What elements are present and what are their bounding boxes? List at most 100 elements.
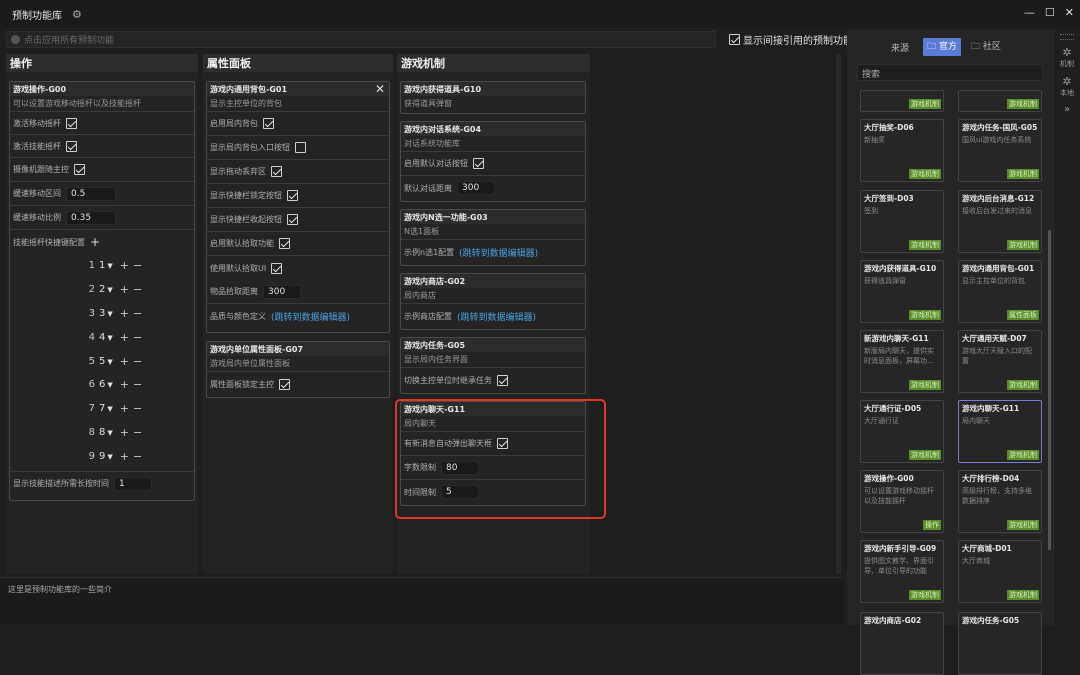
highlight-box — [395, 399, 606, 519]
remove-button[interactable]: − — [133, 283, 142, 296]
option-checkbox[interactable] — [271, 262, 283, 274]
camera-follow-checkbox[interactable] — [74, 164, 85, 175]
add-button[interactable]: + — [120, 283, 129, 296]
sidebar-item-mechanism[interactable]: ✲ 机制 — [1054, 46, 1080, 69]
option-checkbox[interactable] — [279, 238, 290, 249]
shortcut-row: 6 6 ▼ + − — [10, 373, 194, 397]
library-search-input[interactable]: 搜索 — [857, 64, 1043, 81]
sidebar-item-local[interactable]: ✲ 本地 — [1054, 75, 1080, 98]
tile-title: 游戏内聊天-G11 — [962, 404, 1020, 413]
library-tile[interactable]: 大厅通用天赋-D07 游戏大厅天赋入口的配置 游戏机制 — [958, 330, 1042, 393]
show-indirect-toggle[interactable]: 显示间接引用的预制功能 — [729, 32, 853, 47]
tile-desc: 游戏大厅天赋入口的配置 — [962, 347, 1032, 365]
row-label: 激活移动摇杆 — [13, 118, 61, 128]
backpack-rows: 启用局内背包 显示局内背包入口按钮 显示拖动丢弃区 显示快捷栏锁定按钮 显示快捷栏收起按… — [207, 112, 389, 280]
library-tile[interactable]: 游戏机制 — [958, 90, 1042, 112]
remove-button[interactable]: − — [133, 307, 142, 320]
tile-title: 游戏内后台消息-G12 — [962, 194, 1035, 203]
library-tile[interactable]: 大厅抽奖-D06 新抽奖 游戏机制 — [860, 119, 944, 182]
pickup-distance-input[interactable]: 300 — [263, 284, 301, 299]
card-desc: 局内商店 — [401, 288, 585, 304]
default-dialog-checkbox[interactable] — [473, 158, 484, 169]
shortcut-select[interactable]: 7 ▼ — [99, 403, 113, 414]
add-button[interactable]: + — [120, 426, 129, 439]
library-tile[interactable]: 游戏内通用背包-G01 显示主控单位的背包 属性面板 — [958, 260, 1042, 323]
shortcut-select[interactable]: 9 ▼ — [99, 451, 113, 462]
library-tile[interactable]: 新游戏内聊天-G11 新版局内聊天，提供实时消息面板，屏幕功... 游戏机制 — [860, 330, 944, 393]
library-scrollbar[interactable] — [1048, 230, 1051, 550]
option-checkbox[interactable] — [287, 214, 298, 225]
add-button[interactable]: + — [120, 402, 129, 415]
shortcut-index: 8 — [88, 426, 95, 438]
show-indirect-checkbox[interactable] — [729, 34, 740, 45]
library-tile[interactable]: 游戏内商店-G02 — [860, 612, 944, 675]
remove-button[interactable]: − — [133, 402, 142, 415]
option-checkbox[interactable] — [287, 190, 298, 201]
remove-button[interactable]: − — [133, 426, 142, 439]
shortcut-select[interactable]: 8 ▼ — [99, 427, 113, 438]
add-button[interactable]: + — [120, 307, 129, 320]
shortcut-select[interactable]: 1 ▼ — [99, 260, 113, 271]
shop-data-editor-link[interactable]: (跳转到数据编辑器) — [457, 310, 536, 323]
minimize-button[interactable]: — — [1024, 6, 1035, 19]
remove-button[interactable]: − — [133, 331, 142, 344]
close-button[interactable]: ✕ — [1065, 6, 1074, 19]
maximize-button[interactable]: ☐ — [1045, 6, 1055, 19]
lock-control-checkbox[interactable] — [279, 378, 290, 390]
settings-gear-icon[interactable]: ⚙ — [72, 8, 82, 21]
add-button[interactable]: + — [120, 259, 129, 272]
library-tile[interactable]: 游戏内后台消息-G12 接收后台发过来的消息 游戏机制 — [958, 190, 1042, 253]
remove-button[interactable]: − — [133, 378, 142, 391]
library-tile[interactable]: 大厅排行榜-D04 高级排行榜，支持多维数据排序 游戏机制 — [958, 470, 1042, 533]
shortcut-row: 5 5 ▼ + − — [10, 349, 194, 373]
library-tile[interactable]: 大厅签到-D03 签到 游戏机制 — [860, 190, 944, 253]
shortcut-select[interactable]: 2 ▼ — [99, 284, 113, 295]
add-button[interactable]: + — [120, 378, 129, 391]
quality-data-editor-link[interactable]: (跳转到数据编辑器) — [271, 310, 350, 323]
library-tile[interactable]: 游戏内任务-G05 — [958, 612, 1042, 675]
library-tile[interactable]: 游戏机制 — [860, 90, 944, 112]
card-desc: 显示主控单位的背包 — [207, 96, 389, 112]
add-button[interactable]: + — [120, 331, 129, 344]
library-tile[interactable]: 大厅通行证-D05 大厅通行证 游戏机制 — [860, 400, 944, 463]
remove-button[interactable]: − — [133, 355, 142, 368]
library-tile[interactable]: 大厅商城-D01 大厅商城 游戏机制 — [958, 540, 1042, 603]
damp-zone-input[interactable]: 0.5 — [66, 186, 116, 201]
main-scrollbar[interactable] — [836, 54, 841, 574]
dialog-distance-input[interactable]: 300 — [457, 181, 495, 195]
library-tile[interactable]: 游戏内任务-国风-G05 国风ui游戏内任务系统 游戏机制 — [958, 119, 1042, 182]
library-tile[interactable]: 游戏内获得道具-G10 获得道具弹窗 游戏机制 — [860, 260, 944, 323]
longpress-input[interactable]: 1 — [114, 476, 152, 491]
add-button[interactable]: + — [120, 450, 129, 463]
close-icon[interactable]: ✕ — [375, 82, 385, 96]
tile-desc: 大厅商城 — [962, 557, 990, 565]
remove-button[interactable]: − — [133, 450, 142, 463]
shortcut-list: 1 1 ▼ + −2 2 ▼ + −3 3 ▼ + −4 4 ▼ + −5 5 ▼ + −6 6 ▼ + −7 7 ▼ + −8 8 ▼ + −… — [10, 254, 194, 473]
remove-button[interactable]: − — [133, 259, 142, 272]
add-button[interactable]: + — [120, 355, 129, 368]
add-shortcut-button[interactable]: + — [90, 235, 100, 249]
shortcut-select-value: 3 — [99, 307, 106, 319]
tab-community[interactable]: 🗀 社区 — [967, 38, 1005, 56]
apply-all-bar[interactable]: 点击应用所有预制功能 — [6, 31, 716, 48]
option-checkbox[interactable] — [263, 118, 274, 129]
shortcut-select[interactable]: 5 ▼ — [99, 356, 113, 367]
library-tile[interactable]: 游戏操作-G00 可以设置游戏移动摇杆以及技能摇杆 操作 — [860, 470, 944, 533]
shortcut-select[interactable]: 4 ▼ — [99, 332, 113, 343]
inherit-quest-checkbox[interactable] — [497, 374, 508, 386]
tab-official[interactable]: 🗀 官方 — [923, 38, 961, 56]
grip-icon — [1060, 34, 1074, 40]
library-tile[interactable]: 游戏内聊天-G11 局内聊天 游戏机制 — [958, 400, 1042, 463]
shortcut-select[interactable]: 6 ▼ — [99, 379, 113, 390]
damp-ratio-input[interactable]: 0.35 — [66, 210, 116, 225]
skill-joystick-checkbox[interactable] — [66, 140, 77, 152]
nchoose-data-editor-link[interactable]: (跳转到数据编辑器) — [459, 246, 538, 259]
row-label: 摄像机跟随主控 — [13, 165, 69, 174]
shortcut-select[interactable]: 3 ▼ — [99, 308, 113, 319]
option-checkbox[interactable] — [271, 166, 282, 177]
folder-icon: 🗀 — [970, 42, 980, 52]
option-checkbox[interactable] — [295, 142, 306, 153]
library-tile[interactable]: 游戏内新手引导-G09 提供图文教学、界面引导、单位引导的功能 游戏机制 — [860, 540, 944, 603]
sidebar-expand-button[interactable]: » — [1054, 104, 1080, 115]
move-joystick-checkbox[interactable] — [66, 117, 77, 129]
